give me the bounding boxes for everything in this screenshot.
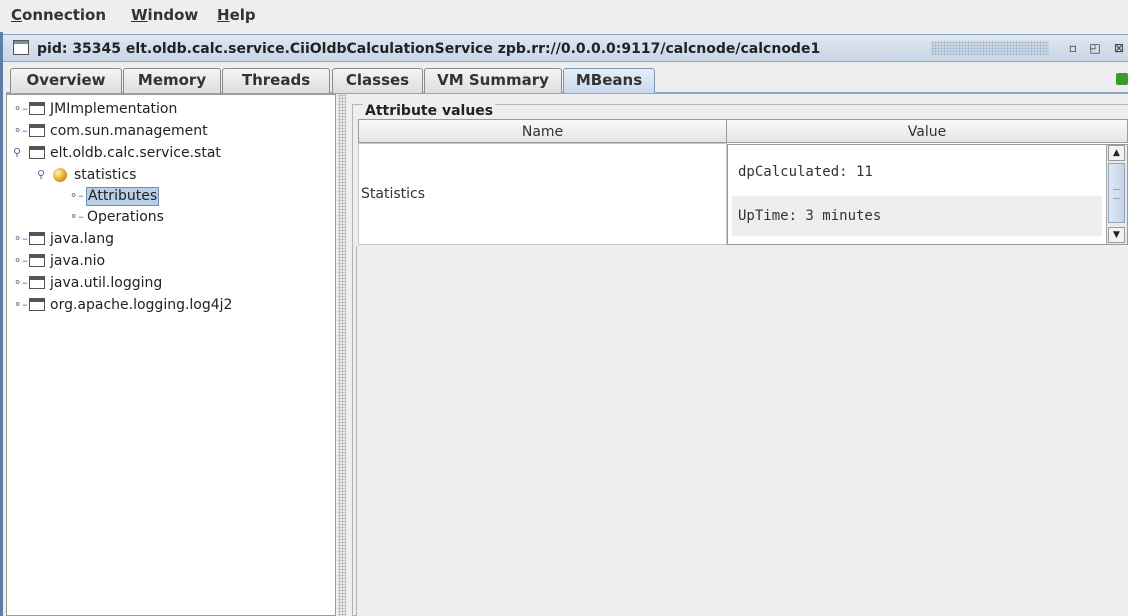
- tree-node-java-util-logging[interactable]: ⚬– java.util.logging: [13, 273, 313, 293]
- split-pane-divider[interactable]: [338, 94, 346, 616]
- folder-icon: [29, 232, 45, 245]
- tree-node-java-lang[interactable]: ⚬– java.lang: [13, 229, 313, 249]
- tree-node-label: org.apache.logging.log4j2: [50, 297, 233, 313]
- tree-node-label: Operations: [87, 209, 164, 225]
- folder-icon: [29, 102, 45, 115]
- tree-node-com-sun-management[interactable]: ⚬– com.sun.management: [13, 121, 313, 141]
- tab-memory[interactable]: Memory: [123, 68, 221, 93]
- tree-node-label: JMImplementation: [50, 101, 178, 117]
- attribute-values-title: Attribute values: [363, 103, 496, 119]
- window-icon: [13, 40, 29, 55]
- tree-node-attributes[interactable]: ⚬– Attributes: [69, 186, 269, 206]
- title-bar-grip: [931, 41, 1049, 55]
- expand-handle-icon[interactable]: ⚬–: [13, 277, 28, 288]
- value-scrollbar[interactable]: ▲ ▼: [1106, 145, 1127, 244]
- tab-vm-summary[interactable]: VM Summary: [424, 68, 562, 93]
- tree-node-statistics[interactable]: ⚲ statistics: [37, 165, 307, 185]
- expand-handle-icon[interactable]: ⚬–: [13, 299, 28, 310]
- mbean-tree[interactable]: ⚬– JMImplementation ⚬– com.sun.managemen…: [6, 94, 336, 616]
- menu-window-label: indow: [147, 6, 199, 24]
- tree-node-jmimplementation[interactable]: ⚬– JMImplementation: [13, 99, 313, 119]
- menu-help[interactable]: Help: [217, 6, 256, 24]
- close-icon[interactable]: ⊠: [1111, 40, 1127, 56]
- tree-node-elt-oldb-calc-service-stat[interactable]: ⚲ elt.oldb.calc.service.stat: [13, 143, 313, 163]
- tab-classes[interactable]: Classes: [332, 68, 423, 93]
- attribute-table: Name Value Statistics dpCalculated: 11 U…: [358, 119, 1128, 245]
- iconify-icon[interactable]: ▫: [1065, 40, 1081, 56]
- expand-handle-icon[interactable]: ⚬–: [13, 233, 28, 244]
- tab-mbeans[interactable]: MBeans: [563, 68, 655, 93]
- menu-connection-mnemonic: C: [11, 6, 23, 24]
- tree-node-label-selected: Attributes: [86, 187, 160, 206]
- scroll-up-icon[interactable]: ▲: [1108, 145, 1125, 161]
- tree-node-label: java.lang: [50, 231, 115, 247]
- maximize-icon[interactable]: ◰: [1087, 40, 1103, 56]
- folder-icon: [29, 146, 45, 159]
- tree-node-label: statistics: [74, 167, 137, 183]
- connection-status-icon: [1116, 73, 1128, 85]
- leaf-handle-icon: ⚬–: [69, 189, 84, 202]
- collapse-handle-icon[interactable]: ⚲: [37, 169, 49, 180]
- menu-bar: Connection Window Help: [0, 0, 1128, 32]
- attribute-name: Statistics: [361, 186, 425, 202]
- menu-connection-label: onnection: [22, 6, 107, 24]
- collapse-handle-icon[interactable]: ⚲: [13, 147, 25, 158]
- expand-handle-icon[interactable]: ⚬–: [13, 125, 28, 136]
- table-cell-value[interactable]: dpCalculated: 11 UpTime: 3 minutes ▲ ▼: [727, 144, 1128, 245]
- tree-node-org-apache-logging-log4j2[interactable]: ⚬– org.apache.logging.log4j2: [13, 295, 313, 315]
- expand-handle-icon[interactable]: ⚬–: [13, 255, 28, 266]
- attribute-panel-empty-area: [356, 246, 1128, 616]
- tree-node-java-nio[interactable]: ⚬– java.nio: [13, 251, 313, 271]
- tab-overview[interactable]: Overview: [10, 68, 122, 93]
- tree-node-label: elt.oldb.calc.service.stat: [50, 145, 221, 161]
- frame-title: pid: 35345 elt.oldb.calc.service.CiiOldb…: [37, 41, 821, 57]
- column-header-name[interactable]: Name: [358, 119, 727, 143]
- folder-icon: [29, 254, 45, 267]
- leaf-handle-icon: ⚬–: [69, 210, 84, 223]
- menu-connection[interactable]: Connection: [11, 6, 106, 24]
- value-line: UpTime: 3 minutes: [732, 196, 1102, 236]
- tab-threads[interactable]: Threads: [222, 68, 330, 93]
- column-header-value[interactable]: Value: [726, 119, 1128, 143]
- tree-node-label: java.nio: [50, 253, 106, 269]
- menu-window-mnemonic: W: [131, 6, 148, 24]
- tree-node-operations[interactable]: ⚬– Operations: [69, 207, 269, 227]
- menu-help-mnemonic: H: [217, 6, 230, 24]
- grip-icon: [1113, 189, 1120, 199]
- menu-window[interactable]: Window: [131, 6, 198, 24]
- folder-icon: [29, 298, 45, 311]
- folder-icon: [29, 276, 45, 289]
- tree-node-label: java.util.logging: [50, 275, 163, 291]
- scrollbar-thumb[interactable]: [1108, 163, 1125, 223]
- tree-node-label: com.sun.management: [50, 123, 208, 139]
- table-cell-name[interactable]: Statistics: [358, 143, 727, 245]
- menu-help-label: elp: [229, 6, 256, 24]
- folder-icon: [29, 124, 45, 137]
- value-line: dpCalculated: 11: [738, 164, 873, 180]
- expand-handle-icon[interactable]: ⚬–: [13, 103, 28, 114]
- scroll-down-icon[interactable]: ▼: [1108, 227, 1125, 243]
- mbean-icon: [53, 168, 67, 182]
- frame-title-bar[interactable]: pid: 35345 elt.oldb.calc.service.CiiOldb…: [3, 34, 1128, 62]
